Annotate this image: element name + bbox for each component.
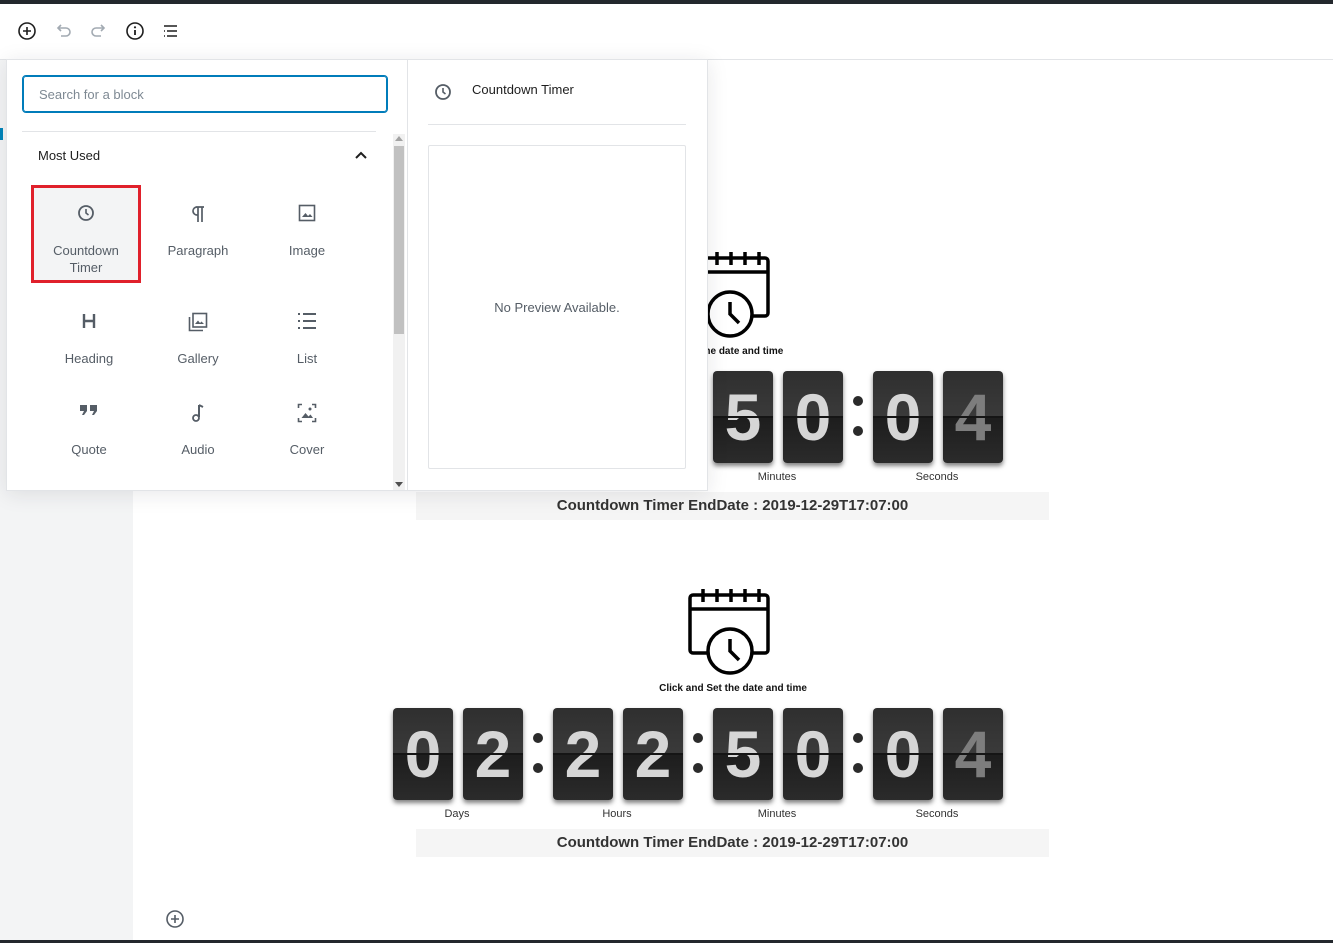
unit-label-seconds: Seconds xyxy=(915,808,959,820)
digit-card: 0 xyxy=(873,371,933,463)
quote-icon xyxy=(80,405,97,415)
block-search-input[interactable] xyxy=(22,75,388,113)
digit-card: 2 xyxy=(623,708,683,800)
digit-card: 0 xyxy=(783,708,843,800)
colon-separator xyxy=(853,733,863,775)
info-icon xyxy=(126,22,144,40)
block-label: Countdown Timer xyxy=(53,243,119,275)
block-item-image[interactable]: Image xyxy=(252,188,362,286)
calendar-clock-icon xyxy=(688,589,770,675)
digit-card-flipping: 4 xyxy=(943,371,1003,463)
block-inserter-popover: Most Used Countdown Timer Paragraph xyxy=(6,59,708,491)
block-label: Gallery xyxy=(177,351,219,366)
timer-enddate: Countdown Timer EndDate : 2019-12-29T17:… xyxy=(416,829,1049,857)
preview-title: Countdown Timer xyxy=(472,82,574,97)
block-item-gallery[interactable]: Gallery xyxy=(143,296,253,394)
timer-enddate: Countdown Timer EndDate : 2019-12-29T17:… xyxy=(416,492,1049,520)
block-item-paragraph[interactable]: Paragraph xyxy=(143,188,253,286)
panel-title: Most Used xyxy=(38,147,101,163)
most-used-panel-toggle[interactable]: Most Used xyxy=(22,132,376,178)
colon-separator xyxy=(853,396,863,438)
unit-label-days: Days xyxy=(444,808,470,820)
timer-caption: Click and Set the date and time xyxy=(659,683,807,694)
inserter-menu: Most Used Countdown Timer Paragraph xyxy=(7,60,407,490)
preview-header: Countdown Timer xyxy=(428,78,686,125)
pilcrow-icon xyxy=(192,206,204,222)
timer-digits: 0 2 2 2 5 0 0 4 xyxy=(393,708,1013,800)
block-label: List xyxy=(296,351,318,366)
content-info-button[interactable] xyxy=(122,18,148,44)
digit-card: 0 xyxy=(873,708,933,800)
cover-icon xyxy=(297,403,317,423)
block-label: Quote xyxy=(71,442,107,457)
scroll-down-arrow-icon[interactable] xyxy=(395,482,403,487)
preview-box: No Preview Available. xyxy=(428,145,686,469)
undo-icon xyxy=(56,24,71,37)
digit-card-flipping: 4 xyxy=(943,708,1003,800)
block-label: Paragraph xyxy=(167,243,229,258)
clock-icon xyxy=(78,205,94,221)
block-item-audio[interactable]: Audio xyxy=(143,387,253,485)
block-item-quote[interactable]: Quote xyxy=(34,387,144,485)
inserter-scrollbar[interactable] xyxy=(393,134,405,490)
undo-button[interactable] xyxy=(50,18,76,44)
block-navigation-button[interactable] xyxy=(158,18,184,44)
digit-card: 0 xyxy=(393,708,453,800)
editor-toolbar xyxy=(0,4,1333,60)
block-label: Cover xyxy=(289,442,325,457)
plus-circle-icon xyxy=(18,22,36,40)
block-item-heading[interactable]: Heading xyxy=(34,296,144,394)
scrollbar-thumb[interactable] xyxy=(394,146,404,334)
unit-label-minutes: Minutes xyxy=(757,471,797,483)
audio-icon xyxy=(192,404,204,422)
gallery-icon xyxy=(188,312,208,332)
list-outline-icon xyxy=(164,25,177,37)
heading-icon xyxy=(82,314,96,328)
preview-empty-text: No Preview Available. xyxy=(494,299,620,315)
block-label: Image xyxy=(288,243,326,258)
block-item-list[interactable]: List xyxy=(252,296,362,394)
add-block-button[interactable] xyxy=(14,18,40,44)
digit-card: 5 xyxy=(713,371,773,463)
colon-separator xyxy=(533,733,543,775)
image-icon xyxy=(298,204,316,222)
scroll-up-arrow-icon[interactable] xyxy=(395,136,403,141)
inline-add-block-button[interactable] xyxy=(164,908,186,930)
block-item-countdown-timer[interactable]: Countdown Timer xyxy=(31,185,141,283)
unit-label-hours: Hours xyxy=(602,808,632,820)
chevron-up-icon xyxy=(355,151,367,159)
digit-card: 0 xyxy=(783,371,843,463)
plus-circle-icon xyxy=(166,910,184,928)
block-item-cover[interactable]: Cover xyxy=(252,387,362,485)
list-icon xyxy=(298,313,316,329)
digit-card: 2 xyxy=(463,708,523,800)
block-label: Heading xyxy=(64,351,114,366)
block-label: Audio xyxy=(181,442,215,457)
colon-separator xyxy=(693,733,703,775)
digit-card: 2 xyxy=(553,708,613,800)
clock-icon xyxy=(435,84,451,100)
redo-button[interactable] xyxy=(86,18,112,44)
unit-label-seconds: Seconds xyxy=(915,471,959,483)
digit-card: 5 xyxy=(713,708,773,800)
redo-icon xyxy=(91,24,106,37)
block-preview-panel: Countdown Timer No Preview Available. xyxy=(408,60,707,490)
unit-label-minutes: Minutes xyxy=(757,808,797,820)
